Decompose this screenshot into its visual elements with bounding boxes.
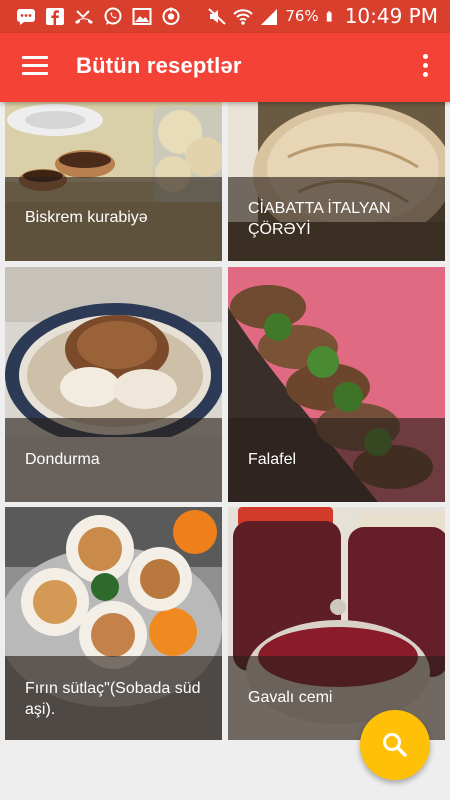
recipe-card-firin-sutlac[interactable]: Fırın sütlaç"(Sobada süd aşi). xyxy=(5,507,222,740)
messages-icon xyxy=(17,9,35,25)
missed-call-icon xyxy=(75,10,93,24)
recipe-card-falafel[interactable]: Falafel xyxy=(228,267,445,502)
gallery-icon xyxy=(132,8,152,25)
facebook-icon xyxy=(46,8,64,25)
mute-icon xyxy=(208,7,227,25)
recipe-card-dondurma[interactable]: Dondurma xyxy=(5,267,222,502)
more-vert-icon[interactable] xyxy=(420,54,430,80)
wifi-icon xyxy=(233,8,254,25)
recipe-title: Dondurma xyxy=(25,451,100,468)
recipe-title: Biskrem kurabiyə xyxy=(25,209,148,226)
page-title: Bütün reseptlər xyxy=(76,53,242,78)
signal-icon xyxy=(261,8,278,25)
system-indicators: 76% 10:49 PM xyxy=(207,4,438,28)
recipe-title: Gavalı cemi xyxy=(248,689,333,706)
search-icon xyxy=(383,733,407,757)
recipe-card-gavali-cemi[interactable]: Gavalı cemi xyxy=(228,507,445,740)
recipe-card-ciabatta[interactable]: CİABATTA İTALYAN ÇÖRƏYİ xyxy=(228,102,445,261)
battery-icon xyxy=(326,10,332,22)
battery-percent: 76% xyxy=(285,7,319,25)
clock: 10:49 PM xyxy=(344,4,438,28)
status-bar: 76% 10:49 PM xyxy=(0,0,450,33)
whatsapp-icon xyxy=(104,7,122,25)
recipe-title: CİABATTA İTALYAN ÇÖRƏYİ xyxy=(248,200,391,238)
recipe-title: Falafel xyxy=(248,451,297,468)
recipe-title: Fırın sütlaç"(Sobada süd aşi). xyxy=(25,680,201,718)
camera-app-icon xyxy=(162,7,180,25)
app-bar: Bütün reseptlər xyxy=(0,33,450,102)
search-fab[interactable] xyxy=(360,710,430,780)
hamburger-menu-icon[interactable] xyxy=(22,56,48,78)
recipe-grid: Biskrem kurabiyə CİABATTA İTALYAN ÇÖRƏYİ xyxy=(0,102,450,800)
notification-icons xyxy=(16,7,181,26)
recipe-card-biskrem[interactable]: Biskrem kurabiyə xyxy=(5,102,222,261)
